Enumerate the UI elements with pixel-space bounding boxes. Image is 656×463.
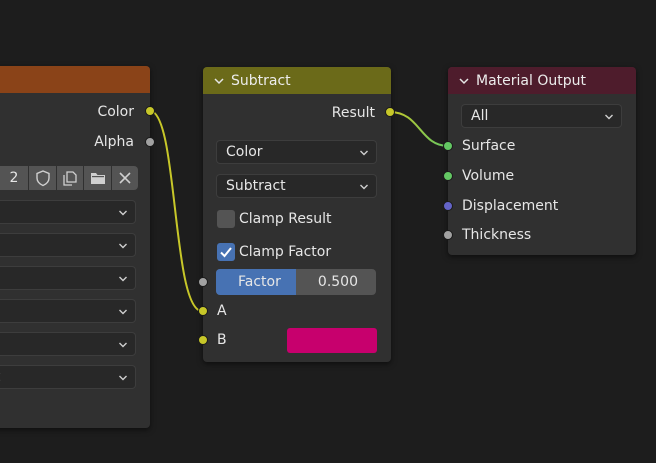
subtract-node[interactable]: Subtract Result Color Subtract Clamp Res… (203, 67, 391, 362)
material-output-node[interactable]: Material Output All Surface Volume Displ… (448, 67, 636, 255)
subtract-title: Subtract (231, 72, 291, 89)
input-volume-label: Volume (462, 168, 515, 184)
output-alpha-socket[interactable] (145, 137, 155, 147)
input-volume-socket[interactable] (443, 171, 453, 181)
input-thickness-label: Thickness (462, 227, 532, 243)
clamp-result-checkbox[interactable] (217, 210, 235, 228)
link-result-to-surface (389, 111, 449, 147)
clamp-factor-label: Clamp Factor (239, 244, 332, 260)
output-result-label: Result (331, 105, 375, 121)
input-a-socket[interactable] (198, 306, 208, 316)
output-alpha-label: Alpha (94, 134, 134, 150)
image-setting-dropdown[interactable]: nt (0, 365, 136, 389)
image-setting-dropdown[interactable] (0, 299, 136, 323)
target-value: All (471, 108, 489, 124)
image-setting-dropdown[interactable] (0, 266, 136, 290)
folder-icon (90, 173, 105, 184)
input-a-label: A (217, 303, 227, 319)
output-result-socket[interactable] (385, 107, 395, 117)
user-count: 2 (9, 170, 19, 186)
duplicate-icon (63, 171, 77, 186)
chevron-down-icon[interactable] (213, 75, 225, 87)
open-image-button[interactable] (84, 166, 111, 190)
checkmark-icon (220, 247, 232, 258)
target-dropdown[interactable]: All (461, 104, 622, 128)
chevron-down-icon (360, 150, 368, 156)
input-b-label: B (217, 332, 227, 348)
image-setting-dropdown[interactable] (0, 332, 136, 356)
fake-user-button[interactable] (29, 166, 56, 190)
material-output-title: Material Output (476, 72, 586, 89)
chevron-down-icon (360, 184, 368, 190)
blend-mode-value: Subtract (226, 178, 286, 194)
data-type-dropdown[interactable]: Color (216, 140, 377, 164)
output-color-socket[interactable] (145, 106, 155, 116)
input-surface-socket[interactable] (443, 141, 453, 151)
chevron-down-icon (119, 276, 127, 282)
chevron-down-icon (119, 342, 127, 348)
image-texture-node[interactable]: Color Alpha 2 nt (0, 66, 150, 428)
input-b-socket[interactable] (198, 335, 208, 345)
input-b-color-swatch[interactable] (287, 328, 377, 353)
input-displacement-socket[interactable] (443, 201, 453, 211)
data-type-value: Color (226, 144, 263, 160)
shield-icon (35, 170, 50, 187)
close-icon (119, 172, 131, 184)
factor-label: Factor (238, 274, 281, 290)
chevron-down-icon[interactable] (458, 75, 470, 87)
blend-mode-dropdown[interactable]: Subtract (216, 174, 377, 198)
chevron-down-icon (605, 114, 613, 120)
input-thickness-socket[interactable] (443, 230, 453, 240)
chevron-down-icon (119, 243, 127, 249)
input-displacement-label: Displacement (462, 198, 559, 214)
factor-socket[interactable] (198, 277, 208, 287)
unlink-image-button[interactable] (112, 166, 138, 190)
image-setting-dropdown[interactable] (0, 233, 136, 257)
chevron-down-icon (119, 210, 127, 216)
factor-slider[interactable]: Factor 0.500 (216, 269, 376, 295)
output-color-label: Color (97, 104, 134, 120)
clamp-result-label: Clamp Result (239, 211, 332, 227)
new-image-button[interactable] (57, 166, 83, 190)
material-output-header[interactable]: Material Output (448, 67, 636, 94)
subtract-header[interactable]: Subtract (203, 67, 391, 94)
image-toolbar: 2 (0, 166, 139, 190)
chevron-down-icon (119, 375, 127, 381)
clamp-factor-checkbox[interactable] (217, 243, 235, 261)
input-surface-label: Surface (462, 138, 516, 154)
image-setting-dropdown[interactable] (0, 200, 136, 224)
factor-value: 0.500 (317, 274, 358, 290)
chevron-down-icon (119, 309, 127, 315)
image-texture-header[interactable] (0, 66, 150, 93)
link-color-to-a (149, 110, 203, 312)
user-count-button[interactable]: 2 (0, 166, 28, 190)
